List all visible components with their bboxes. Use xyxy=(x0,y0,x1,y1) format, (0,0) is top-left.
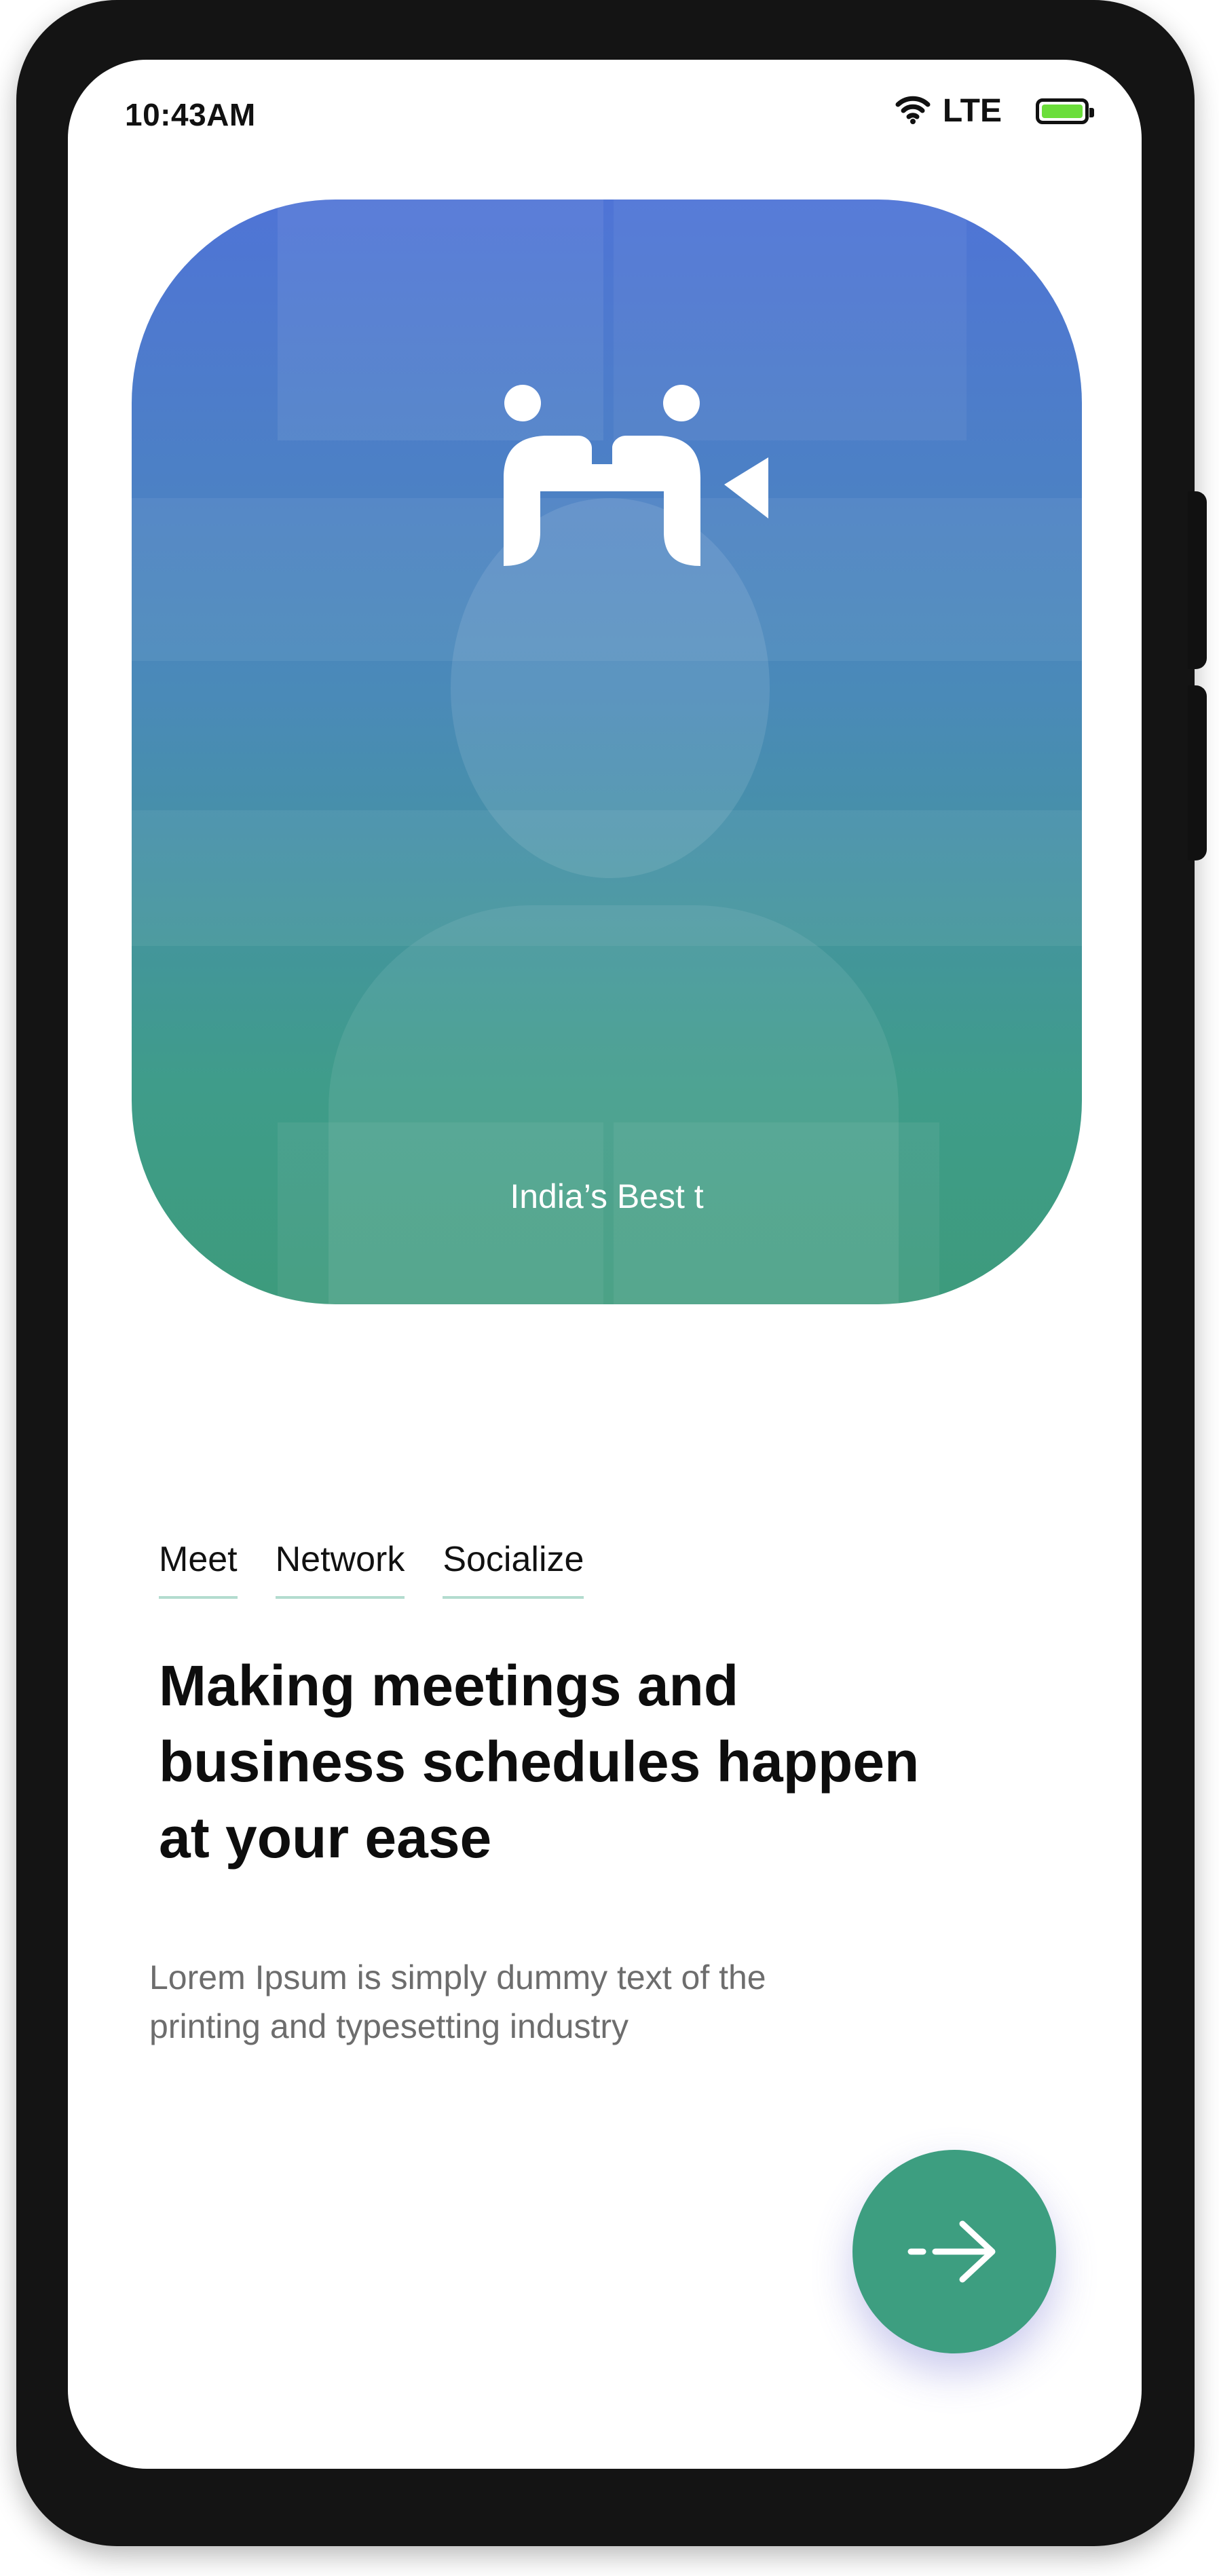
headline-line-2: business schedules happen xyxy=(159,1730,920,1794)
tab-bar: Meet Network Socialize xyxy=(159,1539,584,1599)
headline-line-3: at your ease xyxy=(159,1806,492,1870)
network-label: LTE xyxy=(942,93,1002,129)
description-line-1: Lorem Ipsum is simply dummy text of the xyxy=(149,1958,766,1996)
hero-card: India’s Best t xyxy=(132,200,1082,1304)
headline-line-1: Making meetings and xyxy=(159,1654,739,1718)
meeting-logo-icon xyxy=(504,385,768,566)
next-button[interactable] xyxy=(852,2150,1056,2353)
tab-network[interactable]: Network xyxy=(275,1539,405,1599)
status-icons: LTE xyxy=(895,92,1094,130)
description-line-2: printing and typesetting industry xyxy=(149,2007,629,2045)
arrow-right-icon xyxy=(907,2220,996,2283)
battery-icon xyxy=(1036,98,1094,124)
wifi-icon xyxy=(895,94,931,128)
description: Lorem Ipsum is simply dummy text of the … xyxy=(149,1953,896,2051)
tab-meet[interactable]: Meet xyxy=(159,1539,238,1599)
volume-down-button xyxy=(1188,685,1207,860)
volume-up-button xyxy=(1188,491,1207,669)
screen: 10:43AM LTE India’s Best t Meet Network … xyxy=(68,60,1142,2469)
status-time: 10:43AM xyxy=(125,97,256,132)
headline: Making meetings and business schedules h… xyxy=(159,1648,973,1876)
tab-socialize[interactable]: Socialize xyxy=(443,1539,584,1599)
hero-caption: India’s Best t xyxy=(510,1177,704,1215)
